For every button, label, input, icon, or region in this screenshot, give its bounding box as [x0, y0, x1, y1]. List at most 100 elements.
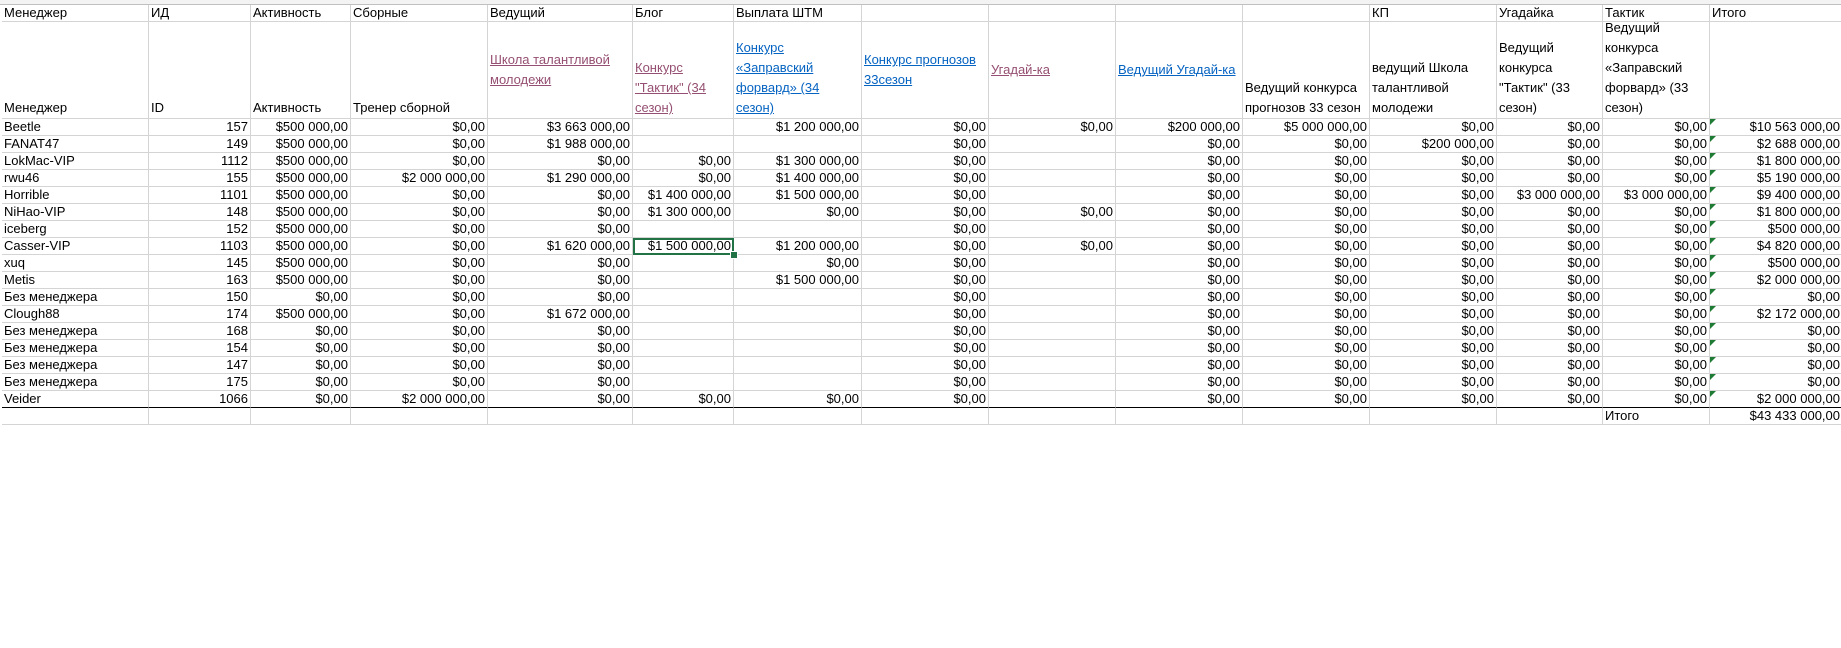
footer-cell-guess[interactable]	[989, 408, 1116, 425]
table-cell-activity[interactable]: $500 000,00	[251, 221, 351, 238]
table-cell-kp[interactable]: $0,00	[1370, 272, 1497, 289]
table-cell-national[interactable]: $0,00	[351, 374, 488, 391]
table-cell-guesser[interactable]: $0,00	[1497, 119, 1603, 136]
table-cell-id[interactable]: 152	[149, 221, 251, 238]
table-cell-host_forecast[interactable]: $0,00	[1243, 391, 1370, 408]
table-cell-tactic[interactable]: $0,00	[1603, 170, 1710, 187]
table-cell-tactic[interactable]: $3 000 000,00	[1603, 187, 1710, 204]
table-cell-tactic[interactable]: $0,00	[1603, 136, 1710, 153]
table-cell-guesser[interactable]: $0,00	[1497, 391, 1603, 408]
table-cell-guesser[interactable]: $0,00	[1497, 153, 1603, 170]
table-cell-guesser[interactable]: $0,00	[1497, 306, 1603, 323]
table-cell-guess[interactable]	[989, 136, 1116, 153]
table-cell-host_guess[interactable]: $0,00	[1116, 255, 1243, 272]
table-cell-total[interactable]: $500 000,00	[1710, 255, 1841, 272]
subheader-cell-stm[interactable]: Конкурс «Заправский форвард» (34 сезон)	[734, 22, 862, 119]
table-cell-manager[interactable]: NiHao-VIP	[2, 204, 149, 221]
table-cell-id[interactable]: 168	[149, 323, 251, 340]
header-cell-host_forecast[interactable]	[1243, 5, 1370, 22]
table-cell-host[interactable]: $1 988 000,00	[488, 136, 633, 153]
table-cell-blog[interactable]	[633, 357, 734, 374]
table-cell-activity[interactable]: $0,00	[251, 340, 351, 357]
table-cell-host_forecast[interactable]: $0,00	[1243, 357, 1370, 374]
table-cell-stm[interactable]: $0,00	[734, 255, 862, 272]
table-cell-national[interactable]: $0,00	[351, 221, 488, 238]
table-cell-total[interactable]: $2 688 000,00	[1710, 136, 1841, 153]
table-cell-tactic[interactable]: $0,00	[1603, 391, 1710, 408]
subheader-cell-national[interactable]: Тренер сборной	[351, 22, 488, 119]
table-cell-stm[interactable]: $1 300 000,00	[734, 153, 862, 170]
table-cell-kp[interactable]: $0,00	[1370, 204, 1497, 221]
table-cell-blog[interactable]	[633, 340, 734, 357]
table-cell-blog[interactable]: $0,00	[633, 391, 734, 408]
header-cell-national[interactable]: Сборные	[351, 5, 488, 22]
table-cell-activity[interactable]: $0,00	[251, 374, 351, 391]
table-cell-kp[interactable]: $0,00	[1370, 187, 1497, 204]
table-cell-stm[interactable]: $0,00	[734, 204, 862, 221]
footer-cell-stm[interactable]	[734, 408, 862, 425]
header-cell-forecast[interactable]	[862, 5, 989, 22]
table-cell-host_forecast[interactable]: $0,00	[1243, 221, 1370, 238]
table-cell-host_guess[interactable]: $0,00	[1116, 272, 1243, 289]
table-cell-tactic[interactable]: $0,00	[1603, 323, 1710, 340]
table-cell-national[interactable]: $0,00	[351, 187, 488, 204]
table-cell-forecast[interactable]: $0,00	[862, 374, 989, 391]
subheader-cell-guesser[interactable]: Ведущий конкурса "Тактик" (33 сезон)	[1497, 22, 1603, 119]
table-cell-guesser[interactable]: $0,00	[1497, 323, 1603, 340]
table-cell-tactic[interactable]: $0,00	[1603, 289, 1710, 306]
table-cell-forecast[interactable]: $0,00	[862, 136, 989, 153]
subheader-cell-kp[interactable]: ведущий Школа талантливой молодежи	[1370, 22, 1497, 119]
table-cell-forecast[interactable]: $0,00	[862, 204, 989, 221]
table-cell-national[interactable]: $0,00	[351, 136, 488, 153]
table-cell-guesser[interactable]: $0,00	[1497, 289, 1603, 306]
table-cell-forecast[interactable]: $0,00	[862, 153, 989, 170]
table-cell-stm[interactable]	[734, 306, 862, 323]
table-cell-activity[interactable]: $500 000,00	[251, 306, 351, 323]
table-cell-activity[interactable]: $0,00	[251, 289, 351, 306]
header-cell-blog[interactable]: Блог	[633, 5, 734, 22]
table-cell-blog[interactable]	[633, 306, 734, 323]
table-cell-host_guess[interactable]: $0,00	[1116, 204, 1243, 221]
table-cell-activity[interactable]: $500 000,00	[251, 136, 351, 153]
table-cell-kp[interactable]: $0,00	[1370, 238, 1497, 255]
footer-total-value[interactable]: $43 433 000,00	[1710, 408, 1841, 425]
table-cell-host_guess[interactable]: $200 000,00	[1116, 119, 1243, 136]
table-cell-host_forecast[interactable]: $0,00	[1243, 238, 1370, 255]
header-cell-activity[interactable]: Активность	[251, 5, 351, 22]
table-cell-manager[interactable]: Veider	[2, 391, 149, 408]
table-cell-tactic[interactable]: $0,00	[1603, 119, 1710, 136]
table-cell-guesser[interactable]: $0,00	[1497, 340, 1603, 357]
footer-cell-host_forecast[interactable]	[1243, 408, 1370, 425]
table-cell-host_guess[interactable]: $0,00	[1116, 289, 1243, 306]
table-cell-blog[interactable]	[633, 323, 734, 340]
subheader-cell-host_forecast[interactable]: Ведущий конкурса прогнозов 33 сезон	[1243, 22, 1370, 119]
table-cell-kp[interactable]: $0,00	[1370, 255, 1497, 272]
table-cell-id[interactable]: 145	[149, 255, 251, 272]
table-cell-blog[interactable]	[633, 272, 734, 289]
header-cell-tactic[interactable]: Тактик	[1603, 5, 1710, 22]
table-cell-stm[interactable]: $1 200 000,00	[734, 119, 862, 136]
table-cell-host_guess[interactable]: $0,00	[1116, 221, 1243, 238]
table-cell-tactic[interactable]: $0,00	[1603, 153, 1710, 170]
table-cell-forecast[interactable]: $0,00	[862, 340, 989, 357]
table-cell-total[interactable]: $0,00	[1710, 289, 1841, 306]
table-cell-kp[interactable]: $0,00	[1370, 391, 1497, 408]
table-cell-host[interactable]: $0,00	[488, 221, 633, 238]
footer-cell-kp[interactable]	[1370, 408, 1497, 425]
table-cell-activity[interactable]: $500 000,00	[251, 119, 351, 136]
table-cell-guess[interactable]	[989, 374, 1116, 391]
table-cell-national[interactable]: $0,00	[351, 289, 488, 306]
table-cell-tactic[interactable]: $0,00	[1603, 204, 1710, 221]
table-cell-national[interactable]: $0,00	[351, 238, 488, 255]
subheader-cell-host[interactable]: Школа талантливой молодежи	[488, 22, 633, 119]
table-cell-total[interactable]: $1 800 000,00	[1710, 204, 1841, 221]
table-cell-host[interactable]: $0,00	[488, 153, 633, 170]
header-cell-host_guess[interactable]	[1116, 5, 1243, 22]
table-cell-host_guess[interactable]: $0,00	[1116, 391, 1243, 408]
footer-cell-national[interactable]	[351, 408, 488, 425]
table-cell-guess[interactable]	[989, 306, 1116, 323]
table-cell-national[interactable]: $0,00	[351, 357, 488, 374]
table-cell-guesser[interactable]: $0,00	[1497, 238, 1603, 255]
table-cell-guesser[interactable]: $0,00	[1497, 136, 1603, 153]
table-cell-blog[interactable]	[633, 255, 734, 272]
